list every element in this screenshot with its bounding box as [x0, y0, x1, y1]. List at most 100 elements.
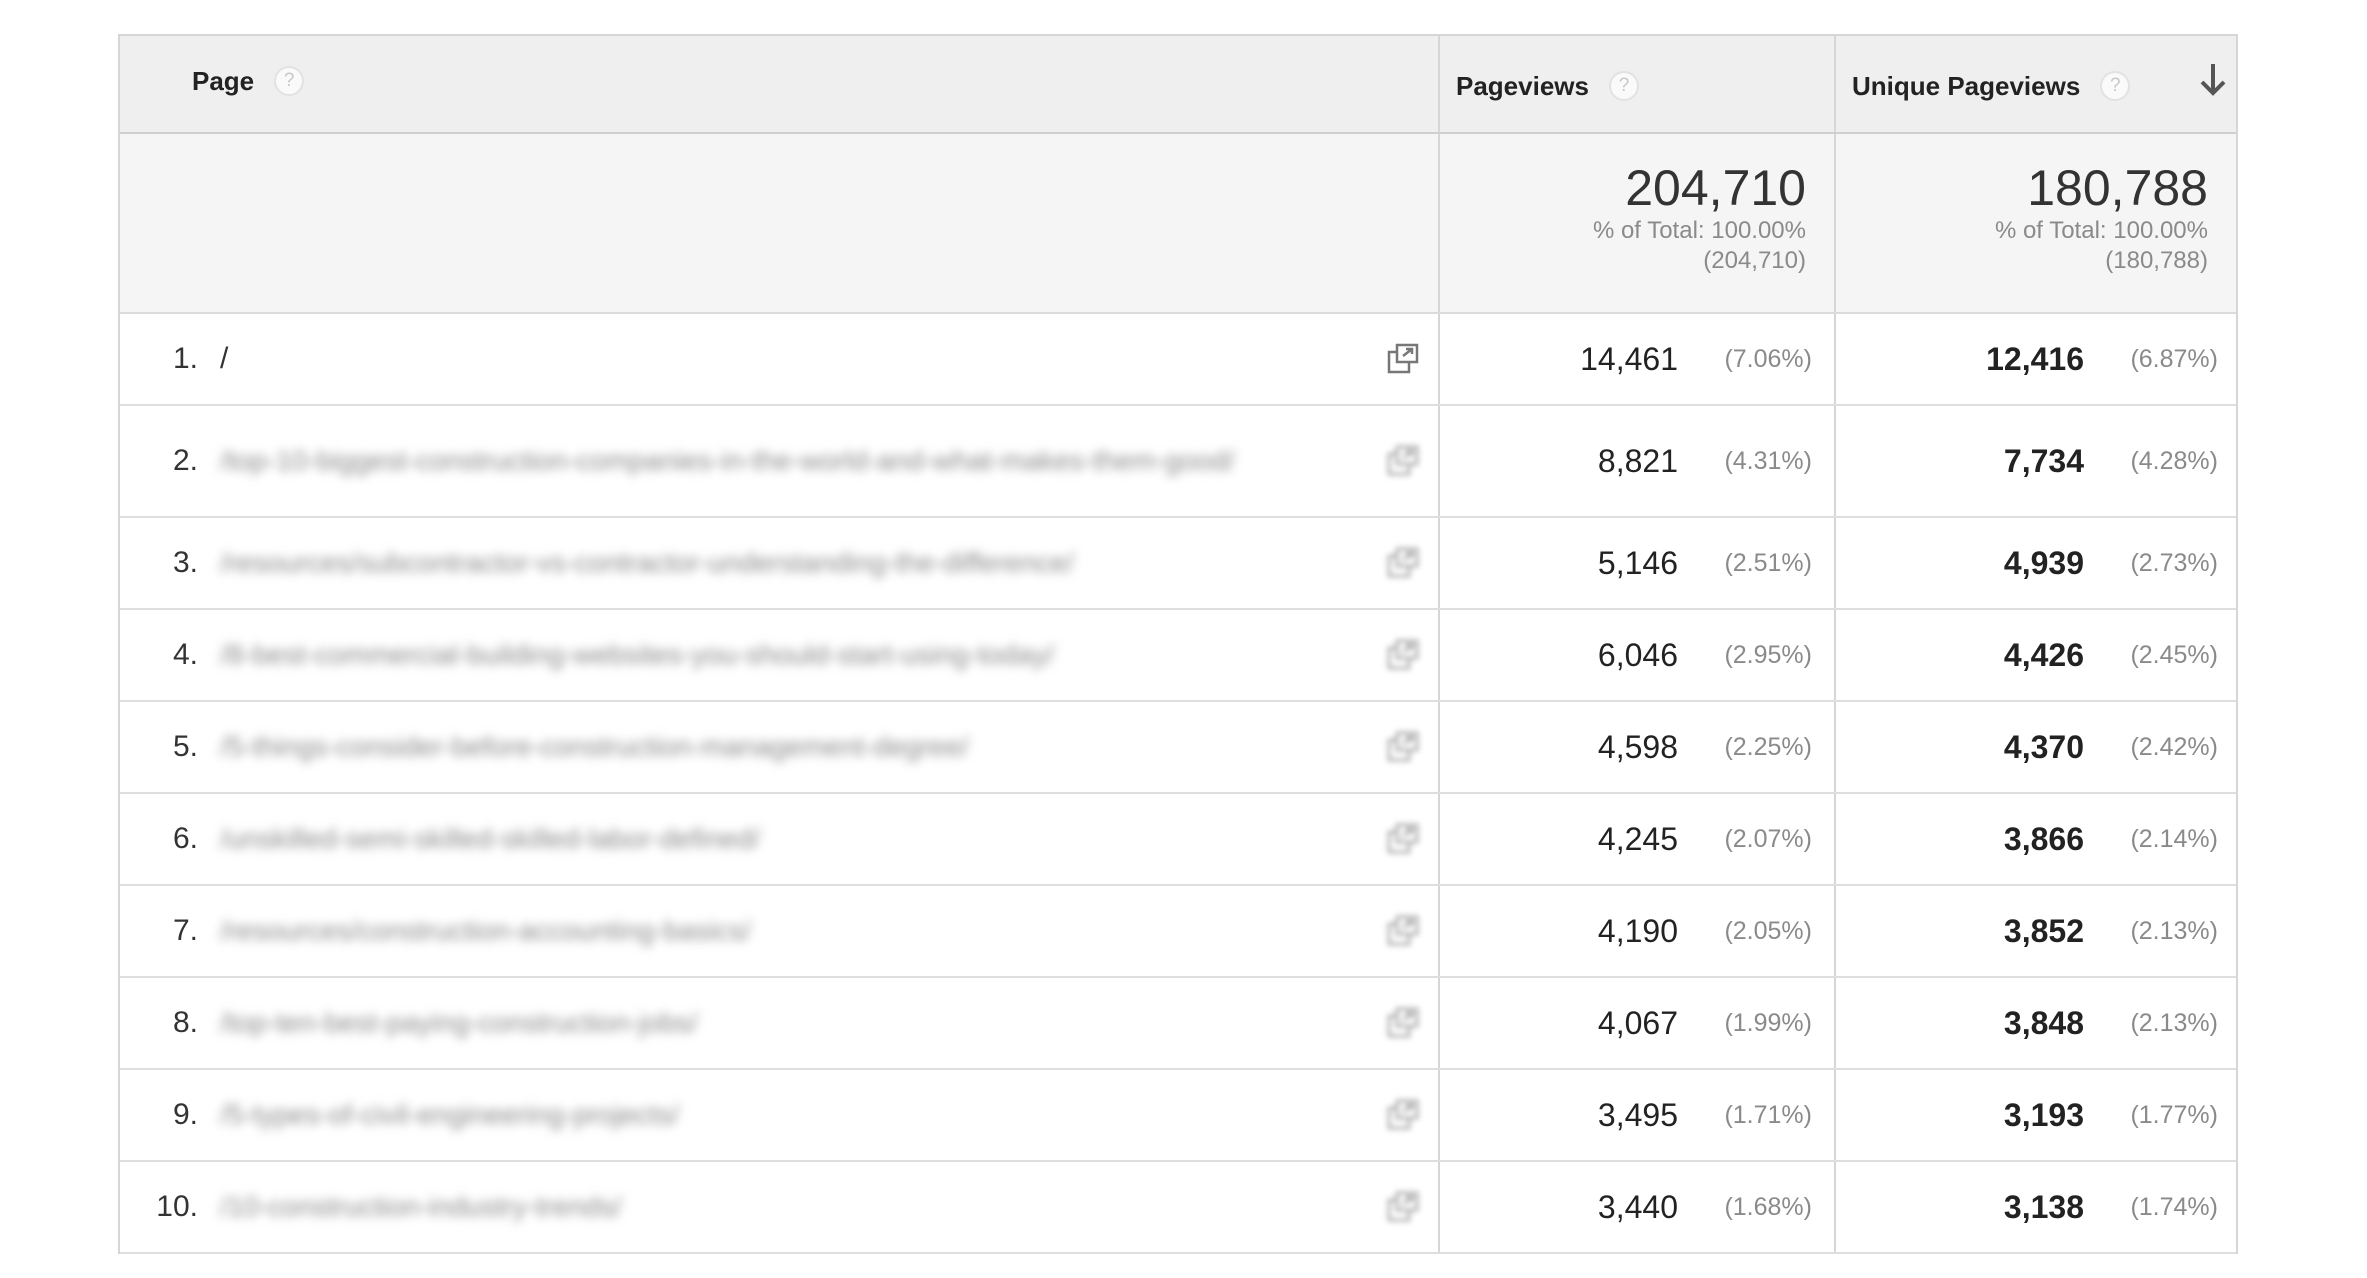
- table-row[interactable]: 8. /top-ten-best-paying-construction-job…: [120, 978, 2236, 1070]
- table-header: Page ? Pageviews ? Unique Pageviews ?: [120, 36, 2236, 134]
- unique-pageviews-percent: (2.45%): [2130, 640, 2218, 669]
- open-external-icon[interactable]: [1386, 638, 1420, 672]
- page-cell: 4. /8-best-commercial-building-websites-…: [120, 610, 1440, 700]
- total-pageviews-of-total: (204,710): [1703, 247, 1806, 274]
- pageviews-value: 4,067: [1597, 1004, 1678, 1041]
- page-path-link[interactable]: /top-10-biggest-construction-companies-i…: [220, 446, 1340, 476]
- unique-pageviews-value: 3,848: [2003, 1004, 2084, 1041]
- page-path-link[interactable]: /10-construction-industry-trends/: [220, 1192, 1340, 1222]
- open-external-icon[interactable]: [1386, 914, 1420, 948]
- pageviews-percent: (2.95%): [1724, 640, 1812, 669]
- unique-pageviews-cell: 3,866 (2.14%): [1836, 794, 2236, 884]
- open-external-icon[interactable]: [1386, 1006, 1420, 1040]
- pageviews-value: 5,146: [1597, 544, 1678, 581]
- totals-unique-pageviews-cell: 180,788 % of Total: 100.00% (180,788): [1836, 134, 2236, 312]
- row-rank: 1.: [172, 342, 198, 375]
- unique-pageviews-value: 4,426: [2003, 636, 2084, 673]
- pages-report-table: Page ? Pageviews ? Unique Pageviews ? 20…: [118, 34, 2238, 1254]
- pageviews-value: 3,440: [1597, 1188, 1678, 1225]
- open-external-icon[interactable]: [1386, 546, 1420, 580]
- page-path-link[interactable]: /5-types-of-civil-engineering-projects/: [220, 1100, 1340, 1130]
- table-row[interactable]: 1. / 14,461 (7.06%) 12,416 (6.87%): [120, 314, 2236, 406]
- page-path-link[interactable]: /resources/subcontractor-vs-contractor-u…: [220, 548, 1340, 578]
- column-label-pageviews: Pageviews: [1456, 70, 1589, 101]
- page-path-link[interactable]: /resources/construction-accounting-basic…: [220, 916, 1340, 946]
- table-row[interactable]: 6. /unskilled-semi-skilled-skilled-labor…: [120, 794, 2236, 886]
- open-external-icon[interactable]: [1386, 444, 1420, 478]
- page-cell: 5. /5-things-consider-before-constructio…: [120, 702, 1440, 792]
- page-cell: 2. /top-10-biggest-construction-companie…: [120, 406, 1440, 516]
- table-row[interactable]: 3. /resources/subcontractor-vs-contracto…: [120, 518, 2236, 610]
- page-path-link[interactable]: /8-best-commercial-building-websites-you…: [220, 640, 1340, 670]
- pageviews-percent: (1.71%): [1724, 1100, 1812, 1129]
- open-external-icon[interactable]: [1386, 1190, 1420, 1224]
- row-rank: 8.: [172, 1006, 198, 1039]
- pageviews-percent: (1.68%): [1724, 1192, 1812, 1221]
- pageviews-cell: 3,440 (1.68%): [1440, 1162, 1836, 1252]
- page-cell: 6. /unskilled-semi-skilled-skilled-labor…: [120, 794, 1440, 884]
- open-external-icon[interactable]: [1386, 342, 1420, 376]
- pageviews-cell: 5,146 (2.51%): [1440, 518, 1836, 608]
- page-path-link[interactable]: /5-things-consider-before-construction-m…: [220, 732, 1340, 762]
- unique-pageviews-percent: (2.13%): [2130, 916, 2218, 945]
- unique-pageviews-cell: 4,370 (2.42%): [1836, 702, 2236, 792]
- row-rank: 10.: [156, 1190, 198, 1223]
- pageviews-cell: 6,046 (2.95%): [1440, 610, 1836, 700]
- unique-pageviews-value: 4,370: [2003, 728, 2084, 765]
- table-row[interactable]: 5. /5-things-consider-before-constructio…: [120, 702, 2236, 794]
- open-external-icon[interactable]: [1386, 730, 1420, 764]
- pageviews-percent: (2.07%): [1724, 824, 1812, 853]
- pageviews-percent: (1.99%): [1724, 1008, 1812, 1037]
- pageviews-percent: (7.06%): [1724, 344, 1812, 373]
- pageviews-percent: (2.05%): [1724, 916, 1812, 945]
- unique-pageviews-cell: 4,426 (2.45%): [1836, 610, 2236, 700]
- unique-pageviews-value: 3,852: [2003, 912, 2084, 949]
- pageviews-cell: 4,245 (2.07%): [1440, 794, 1836, 884]
- unique-pageviews-value: 3,138: [2003, 1188, 2084, 1225]
- unique-pageviews-cell: 3,848 (2.13%): [1836, 978, 2236, 1068]
- page-cell: 7. /resources/construction-accounting-ba…: [120, 886, 1440, 976]
- unique-pageviews-cell: 3,138 (1.74%): [1836, 1162, 2236, 1252]
- row-rank: 7.: [172, 914, 198, 947]
- pageviews-cell: 4,598 (2.25%): [1440, 702, 1836, 792]
- pageviews-value: 3,495: [1597, 1096, 1678, 1133]
- arrow-down-icon[interactable]: [2196, 60, 2230, 100]
- column-label-page: Page: [192, 65, 255, 96]
- pageviews-cell: 4,190 (2.05%): [1440, 886, 1836, 976]
- pageviews-value: 14,461: [1580, 340, 1678, 377]
- unique-pageviews-cell: 4,939 (2.73%): [1836, 518, 2236, 608]
- unique-pageviews-percent: (2.42%): [2130, 732, 2218, 761]
- unique-pageviews-percent: (2.73%): [2130, 548, 2218, 577]
- page-path-link[interactable]: /: [220, 342, 228, 376]
- unique-pageviews-percent: (4.28%): [2130, 446, 2218, 475]
- pageviews-cell: 14,461 (7.06%): [1440, 314, 1836, 404]
- unique-pageviews-cell: 12,416 (6.87%): [1836, 314, 2236, 404]
- table-row[interactable]: 2. /top-10-biggest-construction-companie…: [120, 406, 2236, 518]
- open-external-icon[interactable]: [1386, 822, 1420, 856]
- help-icon[interactable]: ?: [1608, 71, 1639, 101]
- unique-pageviews-percent: (6.87%): [2130, 344, 2218, 373]
- pageviews-percent: (2.51%): [1724, 548, 1812, 577]
- table-row[interactable]: 9. /5-types-of-civil-engineering-project…: [120, 1070, 2236, 1162]
- unique-pageviews-value: 4,939: [2003, 544, 2084, 581]
- unique-pageviews-cell: 3,852 (2.13%): [1836, 886, 2236, 976]
- column-header-page[interactable]: Page ?: [120, 36, 1440, 132]
- table-row[interactable]: 10. /10-construction-industry-trends/ 3,…: [120, 1162, 2236, 1254]
- page-path-link[interactable]: /unskilled-semi-skilled-skilled-labor-de…: [220, 824, 1340, 854]
- page-cell: 3. /resources/subcontractor-vs-contracto…: [120, 518, 1440, 608]
- column-header-pageviews[interactable]: Pageviews ?: [1440, 36, 1836, 132]
- column-header-unique-pageviews[interactable]: Unique Pageviews ?: [1836, 36, 2236, 132]
- page-path-link[interactable]: /top-ten-best-paying-construction-jobs/: [220, 1008, 1340, 1038]
- row-rank: 6.: [172, 822, 198, 855]
- unique-pageviews-cell: 3,193 (1.77%): [1836, 1070, 2236, 1160]
- page-cell: 1. /: [120, 314, 1440, 404]
- unique-pageviews-percent: (2.13%): [2130, 1008, 2218, 1037]
- help-icon[interactable]: ?: [274, 66, 305, 96]
- unique-pageviews-value: 3,866: [2003, 820, 2084, 857]
- total-unique-pageviews-value: 180,788: [2027, 160, 2208, 216]
- table-row[interactable]: 4. /8-best-commercial-building-websites-…: [120, 610, 2236, 702]
- open-external-icon[interactable]: [1386, 1098, 1420, 1132]
- table-row[interactable]: 7. /resources/construction-accounting-ba…: [120, 886, 2236, 978]
- row-rank: 5.: [172, 730, 198, 763]
- help-icon[interactable]: ?: [2100, 71, 2131, 101]
